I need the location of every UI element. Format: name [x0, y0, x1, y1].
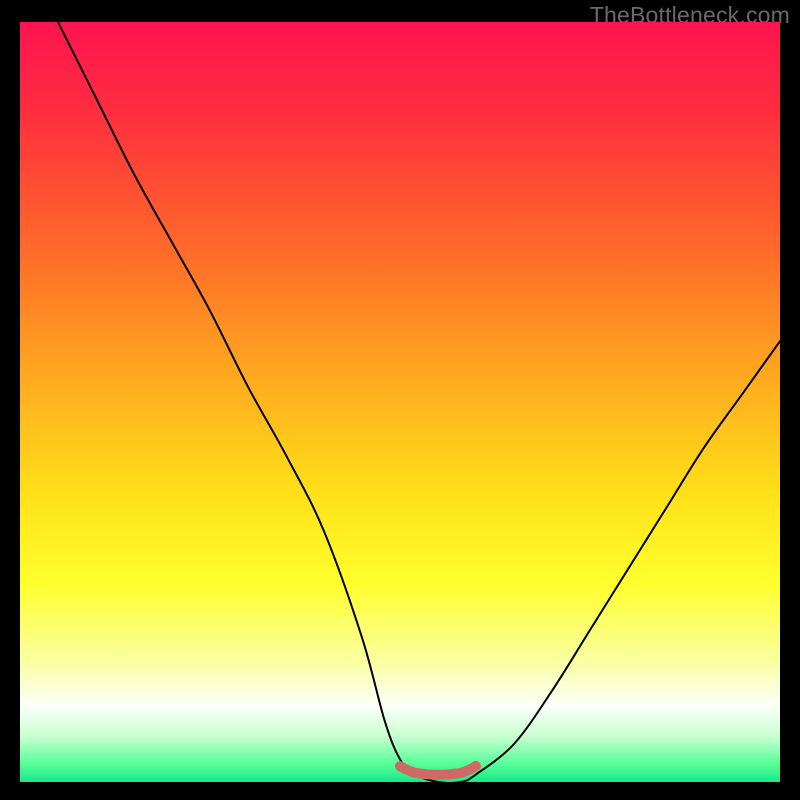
optimal-band	[400, 766, 476, 775]
plot-area	[20, 22, 780, 782]
chart-frame: TheBottleneck.com	[0, 0, 800, 800]
band-layer	[20, 22, 780, 782]
